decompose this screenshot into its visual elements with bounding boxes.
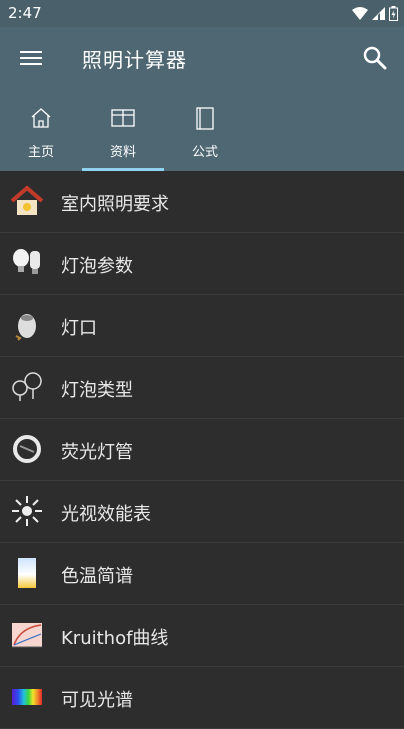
status-icons bbox=[352, 6, 398, 21]
search-button[interactable] bbox=[362, 45, 388, 71]
tab-home-label: 主页 bbox=[27, 145, 54, 160]
home-icon bbox=[31, 108, 51, 128]
bulb-outline-icon bbox=[12, 372, 42, 401]
lamp-socket-icon bbox=[15, 314, 36, 341]
list-item-bulb-params[interactable]: 灯泡参数 bbox=[0, 233, 404, 295]
menu-button[interactable] bbox=[18, 47, 44, 71]
spectrum-icon bbox=[12, 689, 42, 705]
app-bar: 照明计算器 主页 资料 公式 bbox=[0, 27, 404, 171]
tab-formula[interactable]: 公式 bbox=[164, 101, 246, 171]
status-bar: 2:47 bbox=[0, 0, 404, 27]
signal-icon bbox=[372, 7, 385, 20]
tab-data-label: 资料 bbox=[109, 145, 136, 160]
list-item-kruithof-curve[interactable]: Kruithof曲线 bbox=[0, 605, 404, 667]
tab-home[interactable]: 主页 bbox=[0, 101, 82, 171]
status-time: 2:47 bbox=[8, 4, 42, 22]
list-item-label: 可见光谱 bbox=[61, 690, 133, 711]
app-title: 照明计算器 bbox=[82, 48, 187, 72]
list-item-fluorescent-tube[interactable]: 荧光灯管 bbox=[0, 419, 404, 481]
list-item-label: 室内照明要求 bbox=[61, 194, 169, 215]
list-item-luminous-efficacy[interactable]: 光视效能表 bbox=[0, 481, 404, 543]
list-item-color-temperature[interactable]: 色温简谱 bbox=[0, 543, 404, 605]
tab-formula-label: 公式 bbox=[191, 145, 218, 160]
list-item-bulb-types[interactable]: 灯泡类型 bbox=[0, 357, 404, 419]
house-icon bbox=[10, 185, 44, 215]
list-item-label: 色温简谱 bbox=[61, 566, 133, 587]
tab-bar: 主页 资料 公式 bbox=[0, 101, 246, 171]
fluorescent-ring-icon bbox=[13, 435, 41, 463]
list-item-label: 光视效能表 bbox=[61, 504, 151, 525]
list-item-label: 灯口 bbox=[61, 318, 97, 339]
list-item-lamp-socket[interactable]: 灯口 bbox=[0, 295, 404, 357]
kruithof-chart-icon bbox=[12, 623, 42, 648]
list-item-indoor-lighting[interactable]: 室内照明要求 bbox=[0, 171, 404, 233]
book-open-icon bbox=[111, 109, 135, 127]
bulbs-icon bbox=[13, 249, 40, 274]
search-icon bbox=[363, 46, 387, 70]
battery-icon bbox=[389, 6, 398, 21]
sun-icon bbox=[12, 496, 42, 526]
list-item-label: Kruithof曲线 bbox=[61, 628, 169, 649]
color-temperature-icon bbox=[18, 558, 36, 588]
list-item-label: 灯泡类型 bbox=[61, 380, 133, 401]
book-icon bbox=[196, 107, 214, 130]
resource-list: 室内照明要求 灯泡参数 灯口 灯泡类型 荧光灯管 光视效能表 色温简谱 Krui… bbox=[0, 171, 404, 729]
list-item-label: 荧光灯管 bbox=[61, 442, 133, 463]
wifi-icon bbox=[352, 7, 368, 20]
tab-data[interactable]: 资料 bbox=[82, 101, 164, 171]
list-item-label: 灯泡参数 bbox=[61, 256, 133, 277]
